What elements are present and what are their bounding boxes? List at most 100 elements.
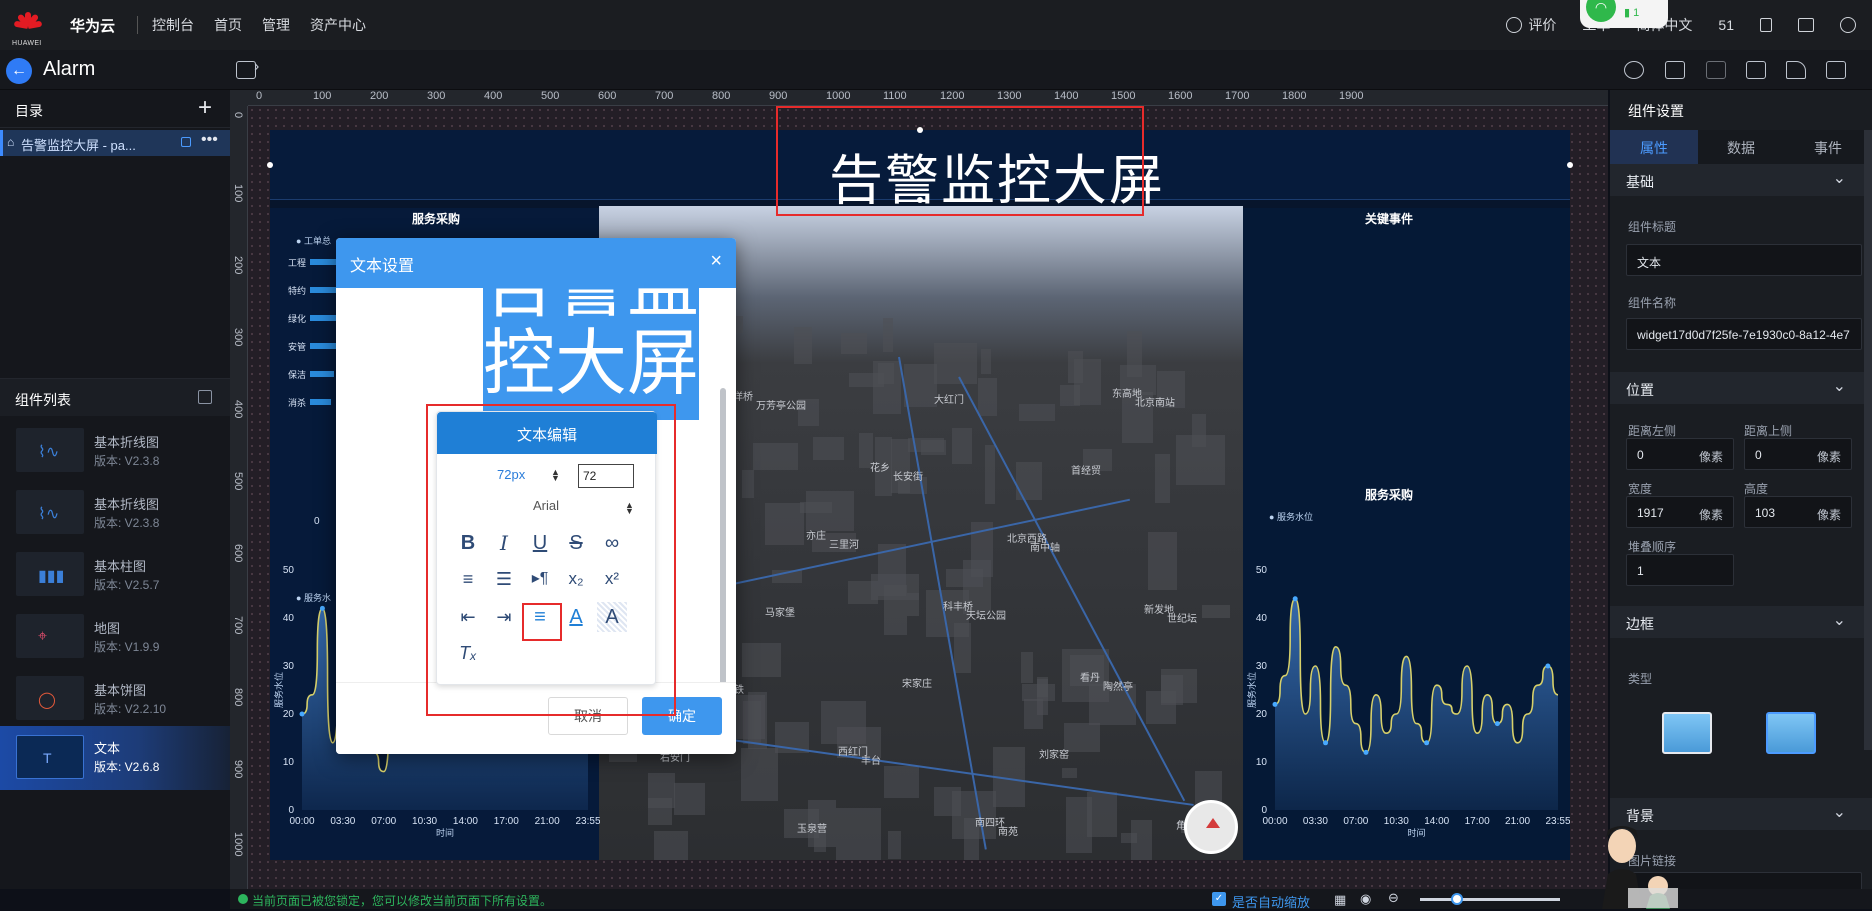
resize-handle[interactable] <box>267 162 273 168</box>
map-building <box>980 348 992 375</box>
resize-handle[interactable] <box>1567 162 1573 168</box>
map-building <box>794 327 813 364</box>
ruler-tick: 500 <box>541 90 560 102</box>
data-point <box>299 711 305 717</box>
tab-events[interactable]: 事件 <box>1784 130 1872 166</box>
huawei-logo-icon[interactable]: HUAWEI <box>12 12 43 47</box>
map-label: 三里河 <box>829 540 859 551</box>
chevron-down-icon[interactable]: ⌄ <box>1833 376 1846 396</box>
bar-label: 安管 <box>288 342 307 352</box>
more-button[interactable]: ••• <box>201 131 218 149</box>
settings-icon[interactable] <box>1624 61 1644 79</box>
zoom-out-icon[interactable]: ⊖ <box>1388 890 1399 906</box>
border-type-image-icon[interactable] <box>1766 712 1816 754</box>
help-icon[interactable] <box>1840 17 1856 33</box>
tab-properties[interactable]: 属性 <box>1610 130 1698 166</box>
battery-indicator: ▮ 1 <box>1624 7 1640 19</box>
bar <box>310 371 334 377</box>
chevron-down-icon[interactable]: ⌄ <box>1833 610 1846 630</box>
brand-name[interactable]: 华为云 <box>70 15 115 36</box>
nav-home[interactable]: 首页 <box>214 15 242 35</box>
map-building <box>1202 604 1230 619</box>
component-list-header: 组件列表 <box>0 378 230 416</box>
map-building <box>1160 675 1183 705</box>
component-item[interactable]: ◯ 基本饼图 版本: V2.2.10 <box>0 668 230 728</box>
top-distance-input[interactable]: 0 像素 <box>1744 438 1852 470</box>
component-name-input[interactable]: widget17d0d7f25fe-7e1930c0-8a12-4e7 <box>1626 318 1862 350</box>
ruler-top: 0 100 200 300 400 500 600 700 800 900 1000 1100 1200… <box>248 90 1608 106</box>
auto-zoom-checkbox[interactable]: ✓ <box>1212 892 1226 906</box>
collapse-icon[interactable] <box>198 390 212 404</box>
logo-text: HUAWEI <box>12 40 42 47</box>
tab-data[interactable]: 数据 <box>1697 130 1785 166</box>
component-item[interactable]: ⌖ 地图 版本: V1.9.9 <box>0 606 230 666</box>
preview-icon[interactable] <box>1826 61 1846 79</box>
speaker-icon[interactable] <box>1760 18 1772 32</box>
back-button[interactable]: ← <box>6 58 32 84</box>
x-tick-label: 00:00 <box>289 816 314 827</box>
ruler-tick: 900 <box>769 90 788 102</box>
bar-label: 绿化 <box>288 314 307 324</box>
panel-scrollbar[interactable] <box>1864 130 1872 750</box>
height-input[interactable]: 103 像素 <box>1744 496 1852 528</box>
component-item-selected[interactable]: T 文本 版本: V2.6.8 <box>0 726 230 790</box>
section-basic[interactable]: 基础 ⌄ <box>1610 164 1872 196</box>
section-border-label: 边框 <box>1626 616 1654 632</box>
unlock-icon[interactable] <box>1706 61 1726 79</box>
publish-icon[interactable] <box>1786 61 1806 79</box>
data-point <box>1323 740 1329 746</box>
component-title-input[interactable]: 文本 <box>1626 244 1862 276</box>
z-order-input[interactable]: 1 <box>1626 554 1734 586</box>
map-label: 洋桥 <box>733 392 753 403</box>
map-building <box>848 581 878 604</box>
zoom-slider-handle[interactable] <box>1450 893 1463 905</box>
page-switch-icon[interactable] <box>236 61 256 79</box>
data-point <box>1272 701 1278 707</box>
nav-assets[interactable]: 资产中心 <box>310 15 366 35</box>
map-building <box>1021 652 1034 683</box>
y-tick-label: 50 <box>1256 565 1268 576</box>
section-position[interactable]: 位置 ⌄ <box>1610 372 1872 404</box>
lock-icon[interactable] <box>181 137 191 147</box>
feedback-label: 评价 <box>1528 17 1557 33</box>
nav-console[interactable]: 控制台 <box>152 15 194 35</box>
line-chart-icon: ⌇∿ <box>16 490 84 534</box>
chevron-down-icon[interactable]: ⌄ <box>1833 802 1846 822</box>
zoom-slider[interactable] <box>1420 893 1560 905</box>
component-item[interactable]: ▮▮▮ 基本柱图 版本: V2.5.7 <box>0 544 230 604</box>
save-icon[interactable] <box>1746 61 1766 79</box>
grid-icon[interactable]: ▦ <box>1334 892 1346 908</box>
mail-icon[interactable] <box>1798 18 1814 32</box>
section-border[interactable]: 边框 ⌄ <box>1610 606 1872 638</box>
ruler-corner <box>230 90 248 106</box>
account-menu[interactable]: 51 <box>1718 17 1734 33</box>
directory-item-alarm[interactable]: ⌂ 告警监控大屏 - pa... ••• <box>0 130 230 156</box>
left-distance-input[interactable]: 0 像素 <box>1626 438 1734 470</box>
ruler-tick: 400 <box>484 90 503 102</box>
chevron-right-icon[interactable]: › <box>254 58 259 76</box>
nav-manage[interactable]: 管理 <box>262 15 290 35</box>
ruler-tick: 200 <box>370 90 389 102</box>
x-axis-label: 时间 <box>436 827 454 838</box>
component-title-label: 组件标题 <box>1628 220 1677 234</box>
width-input[interactable]: 1917 像素 <box>1626 496 1734 528</box>
compass-icon[interactable] <box>1184 800 1238 854</box>
feedback-button[interactable]: 评价 <box>1506 15 1556 35</box>
component-item[interactable]: ⌇∿ 基本折线图 版本: V2.3.8 <box>0 420 230 480</box>
add-page-button[interactable]: + <box>198 94 212 122</box>
map-building <box>1066 796 1092 853</box>
border-type-image-icon[interactable] <box>1662 712 1712 754</box>
dialog-scrollbar[interactable] <box>720 388 726 682</box>
y-axis-label: 服务水位 <box>1246 672 1257 708</box>
y-tick-label: 20 <box>283 709 295 720</box>
component-item[interactable]: ⌇∿ 基本折线图 版本: V2.3.8 <box>0 482 230 542</box>
lock-icon[interactable] <box>1665 61 1685 79</box>
section-basic-label: 基础 <box>1626 174 1654 190</box>
bar-label: 消杀 <box>288 398 307 408</box>
chevron-down-icon[interactable]: ⌄ <box>1833 168 1846 188</box>
eye-icon[interactable]: ◉ <box>1360 891 1371 907</box>
close-icon[interactable]: × <box>710 250 722 273</box>
text-preview[interactable]: 告警监 控大屏 <box>483 288 699 420</box>
x-tick-label: 10:30 <box>412 816 437 827</box>
bar-label: 特约 <box>288 286 307 296</box>
